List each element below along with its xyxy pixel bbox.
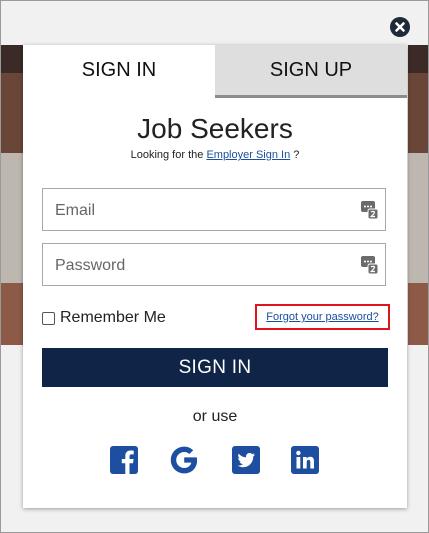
email-field-wrapper [42,188,386,232]
password-manager-icon[interactable] [361,256,379,274]
password-manager-icon[interactable] [361,201,379,219]
close-icon [395,22,405,32]
auth-tabs: SIGN IN SIGN UP [23,45,407,98]
forgot-password-link[interactable]: Forgot your password? [266,311,379,323]
remember-me-checkbox[interactable] [42,311,55,325]
twitter-icon[interactable] [231,445,261,475]
google-icon[interactable] [169,445,199,475]
background-page [408,73,428,153]
background-page [408,153,428,283]
background-page [1,73,23,153]
facebook-icon[interactable] [109,445,139,475]
employer-prompt-prefix: Looking for the [130,149,207,161]
background-page [1,283,23,345]
tab-sign-up[interactable]: SIGN UP [215,45,407,98]
or-use-label: or use [192,408,238,425]
password-field-wrapper [42,243,386,287]
employer-prompt-suffix: ? [290,149,300,161]
sign-in-button[interactable]: SIGN IN [42,348,388,387]
page-title: Job Seekers [137,113,293,144]
page-frame: SIGN IN SIGN UP Job Seekers Looking for … [0,0,429,533]
sign-in-modal: SIGN IN SIGN UP Job Seekers Looking for … [23,45,407,508]
remember-me: Remember Me [42,308,166,328]
tab-sign-in[interactable]: SIGN IN [23,45,215,98]
password-input[interactable] [53,244,357,287]
background-page [408,45,428,73]
email-input[interactable] [53,189,357,232]
close-button[interactable] [390,17,410,37]
linkedin-icon[interactable] [290,445,320,475]
forgot-password-highlight: Forgot your password? [255,304,390,330]
remember-me-label[interactable]: Remember Me [60,309,166,327]
employer-prompt: Looking for the Employer Sign In ? [23,149,407,161]
background-page [1,153,23,283]
background-page [408,283,428,345]
background-page [1,45,23,73]
employer-sign-in-link[interactable]: Employer Sign In [206,149,290,161]
